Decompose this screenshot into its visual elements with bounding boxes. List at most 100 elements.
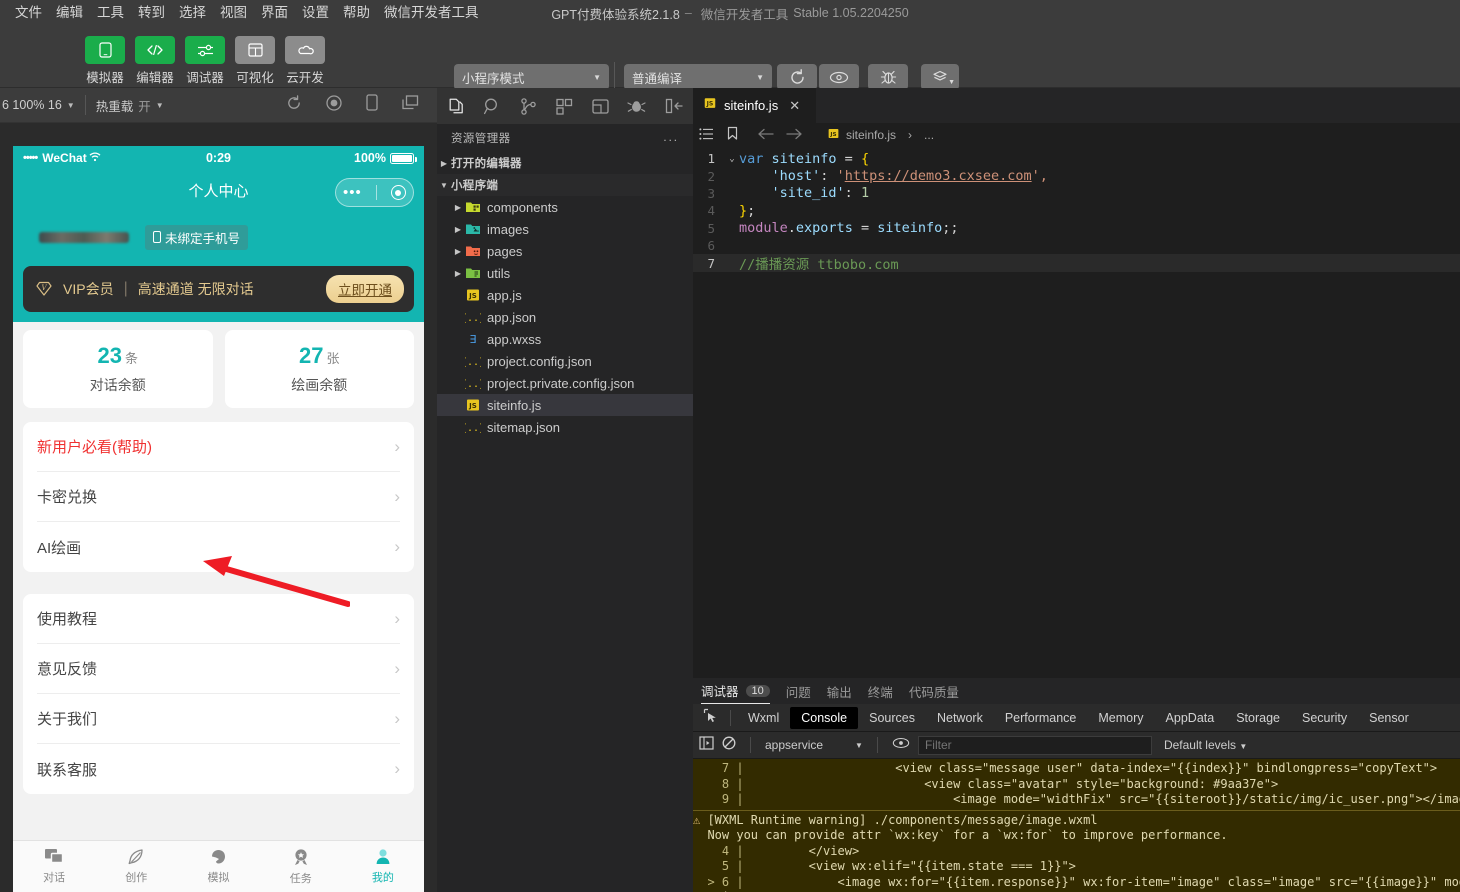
devtools-tab-sources[interactable]: Sources [858,707,926,729]
compile-button[interactable] [777,64,817,90]
close-circle-icon[interactable] [390,185,406,200]
code-link[interactable]: https://demo3.cxsee.com [845,168,1032,184]
list-item-ai-drawing[interactable]: AI绘画 › [37,522,400,572]
console-context-select[interactable]: appservice ▼ [765,738,863,752]
tree-folder-components[interactable]: ▶ components [437,196,693,218]
menu-item-help[interactable]: 帮助 [336,2,377,24]
tree-file-sitemap-json[interactable]: {..} sitemap.json [437,416,693,438]
devtools-tab-network[interactable]: Network [926,707,994,729]
console-output[interactable]: 7 | <view class="message user" data-inde… [693,759,1460,892]
toolbar-button-cloud[interactable]: 云开发 [285,36,325,86]
toolbar-button-visualize[interactable]: 可视化 [235,36,275,86]
devtools-tab-performance[interactable]: Performance [994,707,1088,729]
editor-tab-siteinfo[interactable]: JS siteinfo.js ✕ [693,88,817,123]
devtools-tab-storage[interactable]: Storage [1225,707,1291,729]
vip-activate-button[interactable]: 立即开通 [326,275,404,303]
tab-profile[interactable]: 我的 [342,841,424,892]
extensions-icon[interactable] [551,93,577,119]
debug-tab-problems[interactable]: 问题 [786,678,811,704]
devtools-tab-security[interactable]: Security [1291,707,1358,729]
devtools-tab-wxml[interactable]: Wxml [737,707,790,729]
menu-item-goto[interactable]: 转到 [131,2,172,24]
tree-section-open-editors[interactable]: ▶ 打开的编辑器 [437,152,693,174]
tree-file-app-js[interactable]: JS app.js [437,284,693,306]
bookmark-icon[interactable] [726,126,739,144]
vip-banner[interactable]: V VIP会员 | 高速通道 无限对话 立即开通 [23,266,414,312]
tree-folder-images[interactable]: ▶ images [437,218,693,240]
bind-phone-badge[interactable]: 未绑定手机号 [145,224,249,250]
toolbar-button-editor[interactable]: 编辑器 [135,36,175,86]
tree-folder-pages[interactable]: ▶ pages [437,240,693,262]
tree-section-miniprogram[interactable]: ▼ 小程序端 [437,174,693,196]
menu-item-edit[interactable]: 编辑 [49,2,90,24]
debug-tab-terminal[interactable]: 终端 [868,678,893,704]
menu-item-settings[interactable]: 设置 [295,2,336,24]
tree-file-siteinfo-js[interactable]: JS siteinfo.js [437,394,693,416]
debug-tab-debugger[interactable]: 调试器 10 [701,678,770,704]
explorer-more-icon[interactable]: ... [663,132,679,144]
outline-icon[interactable] [699,127,714,144]
devtools-tab-memory[interactable]: Memory [1087,707,1154,729]
tree-file-project-private-config[interactable]: {..} project.private.config.json [437,372,693,394]
source-control-icon[interactable] [515,93,541,119]
back-arrow-icon[interactable] [757,128,774,143]
toolbar-button-debugger[interactable]: 调试器 [185,36,225,86]
search-icon[interactable] [479,93,505,119]
devtools-tab-sensor[interactable]: Sensor [1358,707,1420,729]
device-select[interactable]: 6 100% 16 ▼ [0,98,75,112]
simulator-multiscreen-button[interactable] [402,95,419,115]
mode-select[interactable]: 小程序模式 ▼ [454,64,609,90]
compile-select[interactable]: 普通编译 ▼ [624,64,772,90]
breadcrumb-file[interactable]: JS siteinfo.js [827,127,896,143]
console-levels-select[interactable]: Default levels ▼ [1164,738,1247,752]
list-item-feedback[interactable]: 意见反馈 › [37,644,400,694]
wxml-panel-icon[interactable] [587,93,613,119]
devtools-tab-appdata[interactable]: AppData [1155,707,1226,729]
devtools-tab-console[interactable]: Console [790,706,859,729]
list-item-contact-support[interactable]: 联系客服 › [37,744,400,794]
tree-file-app-wxss[interactable]: ∃ app.wxss [437,328,693,350]
tree-folder-utils[interactable]: ▶ utils [437,262,693,284]
list-item-new-user-help[interactable]: 新用户必看(帮助) › [37,422,400,472]
wechat-capsule[interactable]: ••• [335,178,414,207]
toolbar-button-simulator[interactable]: 模拟器 [85,36,125,86]
files-icon[interactable] [443,93,469,119]
tab-chat[interactable]: 对话 [13,841,95,892]
stat-card-draw[interactable]: 27 张 绘画余额 [224,330,414,408]
close-icon[interactable]: ✕ [789,98,800,114]
menu-item-devtools[interactable]: 微信开发者工具 [377,2,486,24]
fold-chevron-icon[interactable]: ⌄ [725,154,739,164]
console-eye-icon[interactable] [892,736,910,754]
debug-tab-code-quality[interactable]: 代码质量 [909,678,959,704]
stat-card-chat[interactable]: 23 条 对话余额 [23,330,213,408]
tree-file-project-config[interactable]: {..} project.config.json [437,350,693,372]
menu-item-select[interactable]: 选择 [172,2,213,24]
debug-tab-output[interactable]: 输出 [827,678,852,704]
clear-console-icon[interactable] [722,736,736,755]
simulator-record-button[interactable] [326,94,342,116]
hot-reload-select[interactable]: 热重载 开 ▼ [96,96,164,115]
tab-tasks[interactable]: 任务 [260,841,342,892]
inspect-element-icon[interactable] [697,708,724,728]
simulator-refresh-button[interactable] [286,94,302,116]
console-filter-input[interactable] [917,735,1152,755]
tree-file-app-json[interactable]: {..} app.json [437,306,693,328]
menu-item-view[interactable]: 视图 [213,2,254,24]
list-item-tutorial[interactable]: 使用教程 › [37,594,400,644]
list-item-about-us[interactable]: 关于我们 › [37,694,400,744]
forward-arrow-icon[interactable] [786,128,803,143]
collapse-panel-icon[interactable] [661,93,687,119]
breadcrumb-rest[interactable]: ... [924,128,934,142]
menu-item-file[interactable]: 文件 [8,2,49,24]
code-editor[interactable]: 1 ⌄ var siteinfo = { 2 'host': ' https://… [693,147,1460,759]
simulator-device-button[interactable] [366,94,378,116]
clear-cache-button[interactable]: ▼ [921,64,959,90]
real-device-debug-button[interactable] [868,64,908,90]
tab-create[interactable]: 创作 [95,841,177,892]
list-item-card-redeem[interactable]: 卡密兑换 › [37,472,400,522]
console-sidebar-toggle-icon[interactable] [699,735,714,755]
debug-icon[interactable] [623,93,649,119]
menu-item-tools[interactable]: 工具 [90,2,131,24]
tab-simulate[interactable]: 模拟 [177,841,259,892]
more-icon[interactable]: ••• [343,185,362,200]
